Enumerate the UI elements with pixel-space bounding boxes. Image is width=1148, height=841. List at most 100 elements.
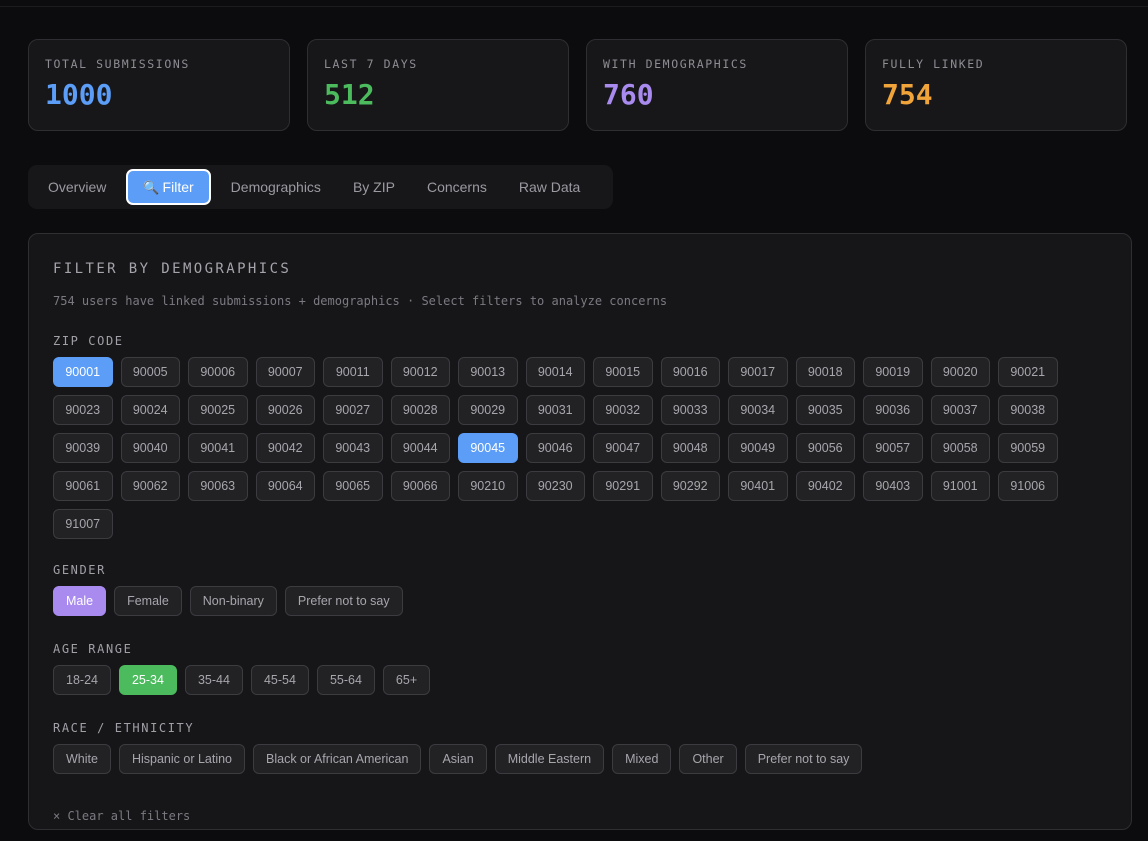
- tab-raw-data[interactable]: Raw Data: [503, 169, 596, 205]
- zip-chip-90402[interactable]: 90402: [795, 471, 855, 501]
- zip-chip-90043[interactable]: 90043: [323, 433, 383, 463]
- age-chip-18-24[interactable]: 18-24: [53, 665, 111, 695]
- panel-title: FILTER BY DEMOGRAPHICS: [53, 261, 292, 277]
- zip-chip-90035[interactable]: 90035: [795, 395, 855, 425]
- stat-label: LAST 7 DAYS: [324, 57, 418, 71]
- tab-label: Concerns: [426, 179, 487, 195]
- zip-chip-90033[interactable]: 90033: [660, 395, 720, 425]
- zip-chip-90005[interactable]: 90005: [120, 357, 180, 387]
- zip-chip-90291[interactable]: 90291: [593, 471, 653, 501]
- race-chip-middle-eastern[interactable]: Middle Eastern: [494, 744, 605, 774]
- zip-chip-90058[interactable]: 90058: [930, 433, 990, 463]
- zip-chip-90046[interactable]: 90046: [525, 433, 585, 463]
- race-chip-hispanic-or-latino[interactable]: Hispanic or Latino: [118, 744, 246, 774]
- magnifier-icon: 🔍: [143, 180, 160, 195]
- zip-chip-90036[interactable]: 90036: [863, 395, 923, 425]
- tab-bar: Overview 🔍 Filter Demographics By ZIP Con…: [28, 165, 613, 209]
- zip-chip-90029[interactable]: 90029: [458, 395, 518, 425]
- race-chip-group: White Hispanic or Latino Black or African …: [53, 744, 1063, 774]
- zip-chip-90040[interactable]: 90040: [120, 433, 180, 463]
- zip-chip-91006[interactable]: 91006: [998, 471, 1058, 501]
- zip-chip-91007[interactable]: 91007: [53, 509, 113, 539]
- zip-chip-91001[interactable]: 91001: [930, 471, 990, 501]
- zip-chip-90044[interactable]: 90044: [390, 433, 450, 463]
- tab-by-zip[interactable]: By ZIP: [337, 169, 411, 205]
- zip-chip-90045[interactable]: 90045: [458, 433, 518, 463]
- zip-chip-90063[interactable]: 90063: [188, 471, 248, 501]
- zip-chip-90027[interactable]: 90027: [323, 395, 383, 425]
- zip-chip-90041[interactable]: 90041: [188, 433, 248, 463]
- top-divider: [0, 6, 1148, 7]
- zip-chip-90034[interactable]: 90034: [728, 395, 788, 425]
- zip-chip-90025[interactable]: 90025: [188, 395, 248, 425]
- zip-chip-90401[interactable]: 90401: [728, 471, 788, 501]
- zip-chip-90006[interactable]: 90006: [188, 357, 248, 387]
- zip-chip-90021[interactable]: 90021: [998, 357, 1058, 387]
- gender-chip-male[interactable]: Male: [53, 586, 107, 616]
- zip-chip-90292[interactable]: 90292: [660, 471, 720, 501]
- zip-chip-90026[interactable]: 90026: [255, 395, 315, 425]
- zip-chip-90056[interactable]: 90056: [795, 433, 855, 463]
- zip-chip-90062[interactable]: 90062: [120, 471, 180, 501]
- zip-chip-90064[interactable]: 90064: [255, 471, 315, 501]
- age-chip-25-34[interactable]: 25-34: [118, 665, 177, 695]
- zip-chip-90012[interactable]: 90012: [390, 357, 450, 387]
- zip-chip-90065[interactable]: 90065: [323, 471, 383, 501]
- age-chip-55-64[interactable]: 55-64: [316, 665, 375, 695]
- race-chip-mixed[interactable]: Mixed: [612, 744, 672, 774]
- zip-chip-90042[interactable]: 90042: [255, 433, 315, 463]
- zip-chip-90031[interactable]: 90031: [525, 395, 585, 425]
- age-chip-65[interactable]: 65+: [382, 665, 431, 695]
- zip-chip-90017[interactable]: 90017: [728, 357, 788, 387]
- zip-chip-90018[interactable]: 90018: [795, 357, 855, 387]
- zip-chip-90028[interactable]: 90028: [390, 395, 450, 425]
- gender-chip-prefer-not-to-say[interactable]: Prefer not to say: [284, 586, 403, 616]
- gender-chip-non-binary[interactable]: Non-binary: [189, 586, 277, 616]
- tab-concerns[interactable]: Concerns: [411, 169, 503, 205]
- clear-filters-link[interactable]: × Clear all filters: [53, 809, 190, 823]
- zip-chip-90039[interactable]: 90039: [53, 433, 113, 463]
- panel-subtitle: 754 users have linked submissions + demo…: [53, 294, 668, 308]
- age-chip-45-54[interactable]: 45-54: [250, 665, 309, 695]
- gender-chip-female[interactable]: Female: [114, 586, 182, 616]
- tab-demographics[interactable]: Demographics: [215, 169, 337, 205]
- zip-chip-90011[interactable]: 90011: [323, 357, 383, 387]
- zip-chip-90057[interactable]: 90057: [863, 433, 923, 463]
- zip-chip-90023[interactable]: 90023: [53, 395, 113, 425]
- tab-filter[interactable]: 🔍 Filter: [126, 169, 211, 205]
- race-chip-asian[interactable]: Asian: [429, 744, 487, 774]
- zip-chip-90230[interactable]: 90230: [525, 471, 585, 501]
- race-chip-black-or-african-american[interactable]: Black or African American: [253, 744, 422, 774]
- stat-card-total-submissions: TOTAL SUBMISSIONS 1000: [28, 39, 290, 131]
- zip-chip-90001[interactable]: 90001: [53, 357, 113, 387]
- age-chip-group: 18-24 25-34 35-44 45-54 55-64 65+: [53, 665, 1063, 695]
- zip-chip-90019[interactable]: 90019: [863, 357, 923, 387]
- tab-overview[interactable]: Overview: [32, 169, 122, 205]
- zip-chip-90037[interactable]: 90037: [930, 395, 990, 425]
- zip-chip-90015[interactable]: 90015: [593, 357, 653, 387]
- filter-panel: FILTER BY DEMOGRAPHICS 754 users have li…: [28, 233, 1132, 830]
- zip-chip-90061[interactable]: 90061: [53, 471, 113, 501]
- zip-chip-90013[interactable]: 90013: [458, 357, 518, 387]
- zip-chip-90049[interactable]: 90049: [728, 433, 788, 463]
- race-chip-white[interactable]: White: [53, 744, 111, 774]
- age-chip-35-44[interactable]: 35-44: [184, 665, 243, 695]
- race-section-label: RACE / ETHNICITY: [53, 721, 195, 735]
- zip-chip-90032[interactable]: 90032: [593, 395, 653, 425]
- zip-chip-90210[interactable]: 90210: [458, 471, 518, 501]
- zip-chip-90047[interactable]: 90047: [593, 433, 653, 463]
- stat-card-fully-linked: FULLY LINKED 754: [865, 39, 1127, 131]
- zip-chip-90066[interactable]: 90066: [390, 471, 450, 501]
- zip-chip-90038[interactable]: 90038: [998, 395, 1058, 425]
- zip-chip-90403[interactable]: 90403: [863, 471, 923, 501]
- zip-chip-90020[interactable]: 90020: [930, 357, 990, 387]
- zip-chip-group: 90001 90005 90006 90007 90011 90012 90013 90014…: [53, 357, 1063, 539]
- zip-chip-90007[interactable]: 90007: [255, 357, 315, 387]
- zip-chip-90059[interactable]: 90059: [998, 433, 1058, 463]
- zip-chip-90014[interactable]: 90014: [525, 357, 585, 387]
- zip-chip-90024[interactable]: 90024: [120, 395, 180, 425]
- race-chip-other[interactable]: Other: [679, 744, 737, 774]
- race-chip-prefer-not-to-say[interactable]: Prefer not to say: [744, 744, 863, 774]
- zip-chip-90048[interactable]: 90048: [660, 433, 720, 463]
- zip-chip-90016[interactable]: 90016: [660, 357, 720, 387]
